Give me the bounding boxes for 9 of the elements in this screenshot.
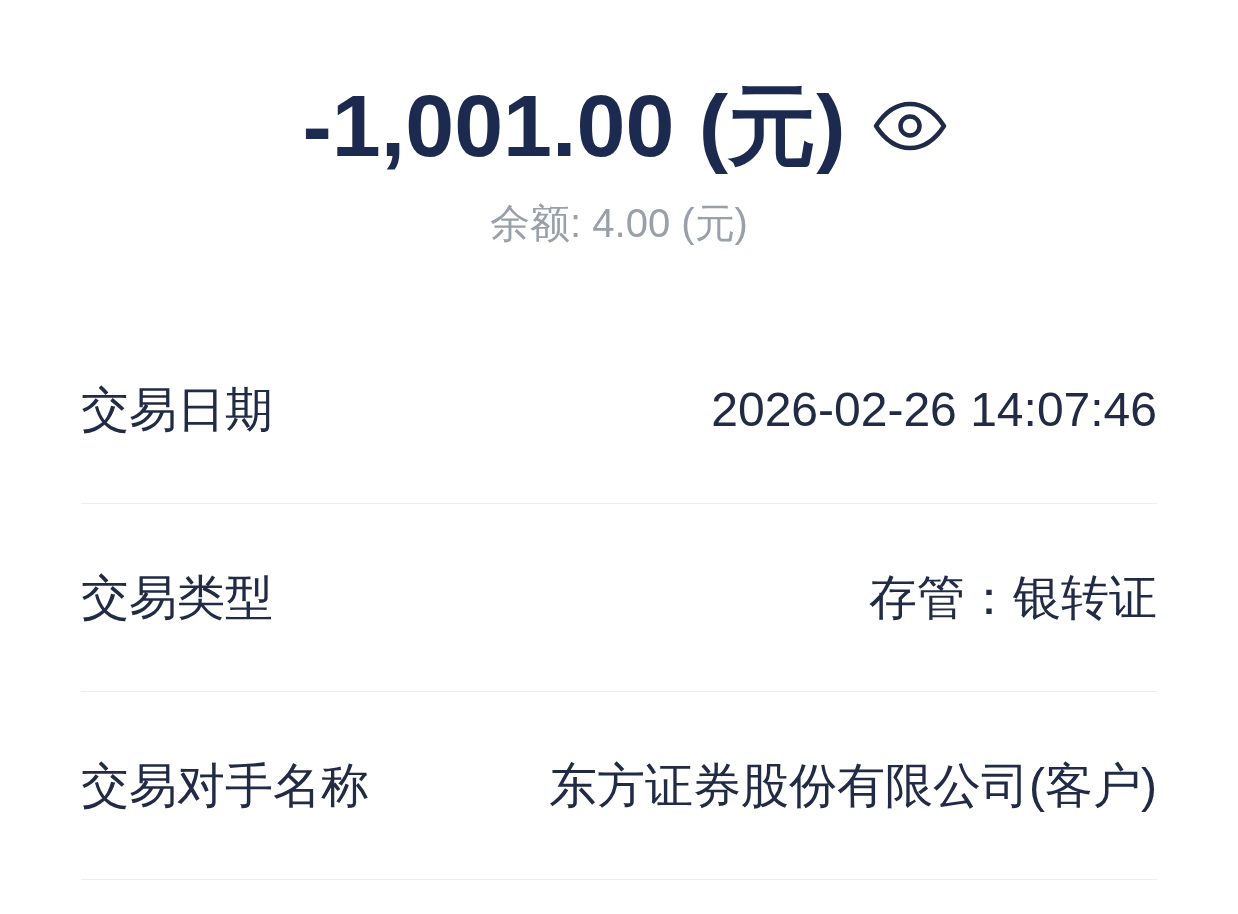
detail-value: 东方证券股份有限公司(客户) — [549, 757, 1157, 814]
detail-label: 交易类型 — [81, 569, 273, 626]
balance-text: 余额: 4.00 (元) — [490, 200, 748, 247]
eye-icon[interactable] — [873, 101, 948, 151]
detail-value: 存管：银转证 — [869, 569, 1157, 626]
detail-label: 交易对手名称 — [81, 757, 369, 814]
detail-label: 交易日期 — [81, 381, 273, 438]
detail-value: 2026-02-26 14:07:46 — [711, 381, 1157, 438]
amount-text: -1,001.00 (元) — [302, 75, 846, 177]
